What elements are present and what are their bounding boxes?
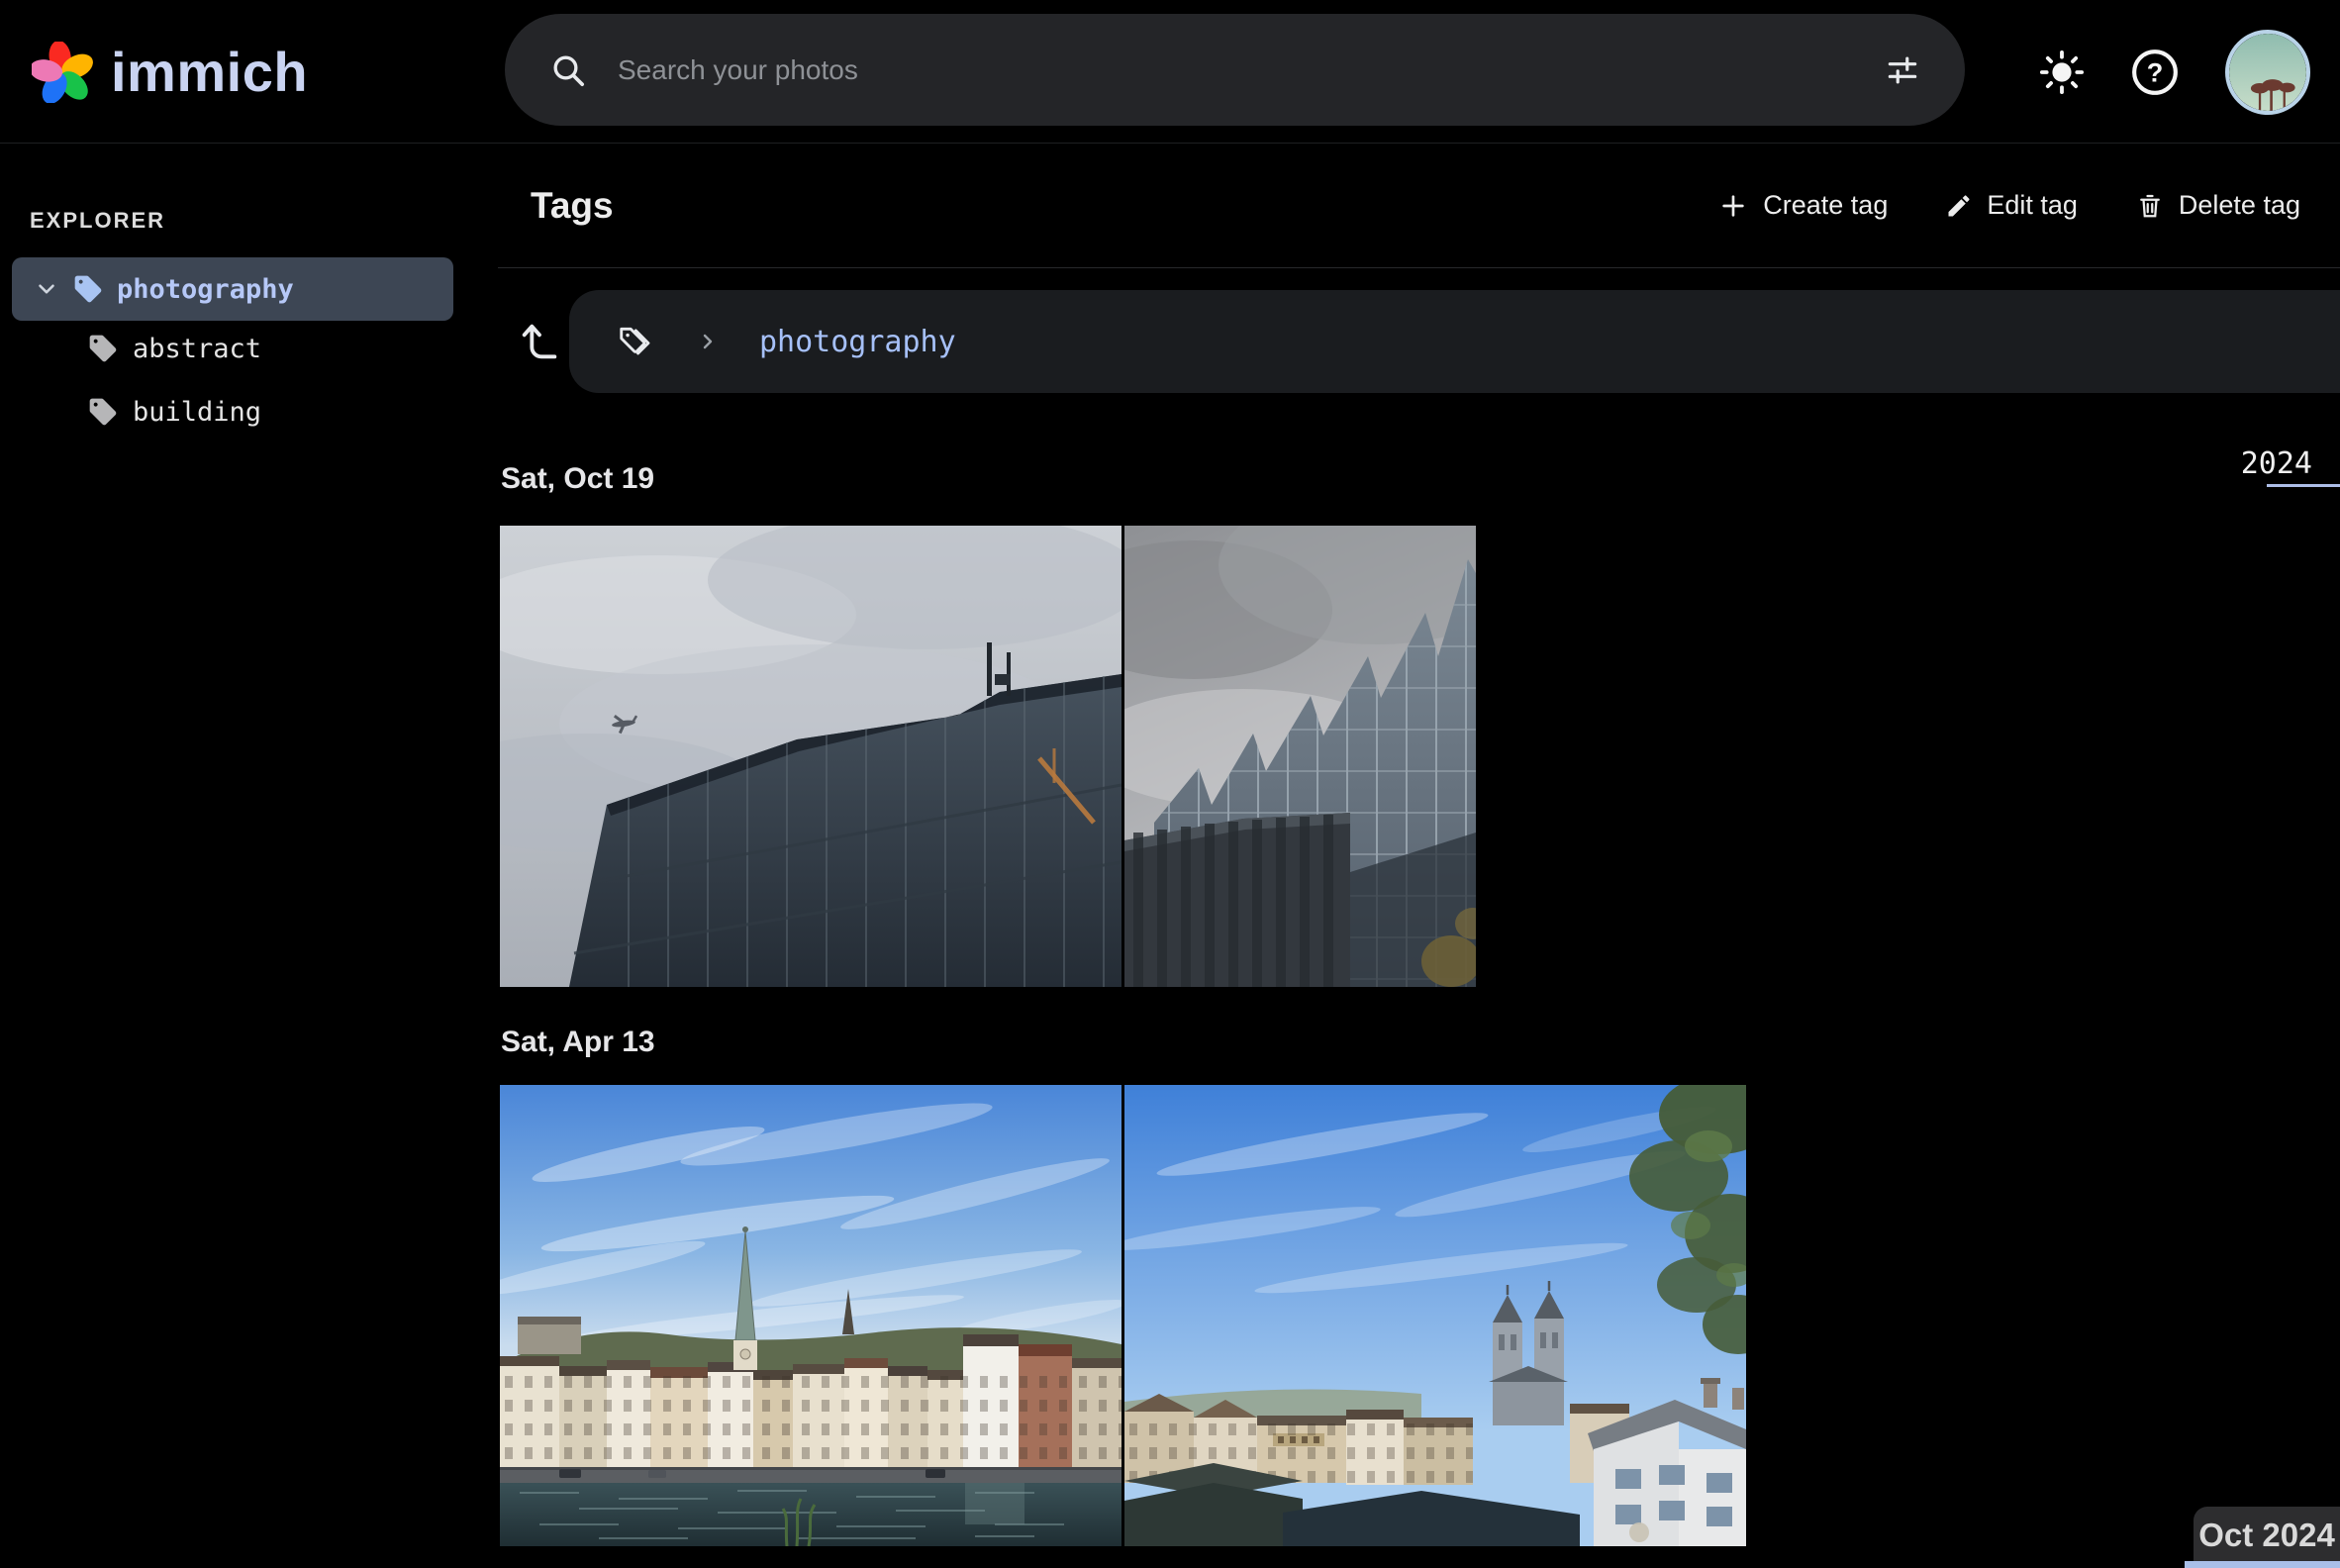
explorer-sidebar: EXPLORER photography abstract building	[0, 144, 498, 1568]
breadcrumb: photography	[498, 290, 2340, 393]
search-bar[interactable]	[505, 14, 1965, 126]
create-tag-button[interactable]: Create tag	[1717, 190, 1888, 222]
immich-flower-icon	[32, 42, 93, 103]
search-filter-icon[interactable]	[1884, 51, 1921, 89]
explorer-section-label: EXPLORER	[30, 208, 498, 234]
arrow-up-left-icon	[517, 319, 562, 364]
search-input[interactable]	[618, 54, 1884, 86]
year-marker: 2024	[2241, 446, 2312, 481]
app-header: immich ?	[0, 0, 2340, 144]
help-button[interactable]: ?	[2130, 48, 2180, 97]
photo-image	[500, 1085, 1121, 1546]
chevron-down-icon[interactable]	[34, 276, 59, 302]
breadcrumb-bar: photography	[569, 290, 2340, 393]
tags-icon	[617, 323, 654, 360]
tag-icon	[87, 396, 119, 428]
edit-tag-label: Edit tag	[1987, 190, 2078, 221]
sidebar-item-label: abstract	[133, 334, 261, 364]
trash-icon	[2135, 191, 2165, 221]
photo-image	[1124, 526, 1476, 987]
pencil-icon	[1945, 192, 1973, 220]
scrubber-position-line[interactable]	[2185, 1561, 2340, 1568]
photo-image	[1124, 1085, 1746, 1546]
chevron-right-icon	[696, 330, 720, 353]
photo-thumbnail[interactable]	[500, 1085, 1121, 1546]
year-marker-line	[2267, 484, 2340, 487]
sidebar-item-abstract[interactable]: abstract	[0, 321, 498, 376]
avatar-image	[2229, 34, 2306, 111]
svg-text:?: ?	[2147, 56, 2164, 87]
sidebar-item-building[interactable]: building	[0, 384, 498, 440]
help-icon: ?	[2130, 48, 2180, 97]
photo-thumbnail[interactable]	[1124, 1085, 1746, 1546]
create-tag-label: Create tag	[1763, 190, 1888, 221]
tag-icon	[72, 273, 104, 305]
edit-tag-button[interactable]: Edit tag	[1945, 190, 2078, 222]
delete-tag-button[interactable]: Delete tag	[2135, 190, 2300, 222]
date-group-header: Sat, Oct 19	[501, 462, 654, 496]
sidebar-item-photography[interactable]: photography	[12, 257, 453, 321]
theme-toggle-button[interactable]	[2039, 49, 2085, 95]
back-button[interactable]	[510, 312, 569, 371]
app-logo[interactable]: immich	[32, 0, 308, 144]
sidebar-item-label: photography	[117, 274, 294, 305]
page-title: Tags	[531, 185, 614, 227]
date-group-header: Sat, Apr 13	[501, 1026, 655, 1059]
search-icon	[548, 50, 588, 90]
photo-thumbnail[interactable]	[1124, 526, 1476, 987]
delete-tag-label: Delete tag	[2179, 190, 2300, 221]
sidebar-item-label: building	[133, 397, 261, 428]
scrubber-tooltip: Oct 2024	[2194, 1507, 2340, 1568]
immich-wordmark: immich	[111, 40, 308, 104]
sun-icon	[2039, 49, 2085, 95]
breadcrumb-current[interactable]: photography	[759, 325, 956, 359]
main-content: Tags Create tag Edit tag De	[498, 144, 2340, 1568]
photo-thumbnail[interactable]	[500, 526, 1121, 987]
user-avatar[interactable]	[2225, 30, 2310, 115]
photo-image	[500, 526, 1121, 987]
plus-icon	[1717, 190, 1749, 222]
tag-icon	[87, 333, 119, 364]
scrubber-tooltip-label: Oct 2024	[2198, 1517, 2335, 1554]
